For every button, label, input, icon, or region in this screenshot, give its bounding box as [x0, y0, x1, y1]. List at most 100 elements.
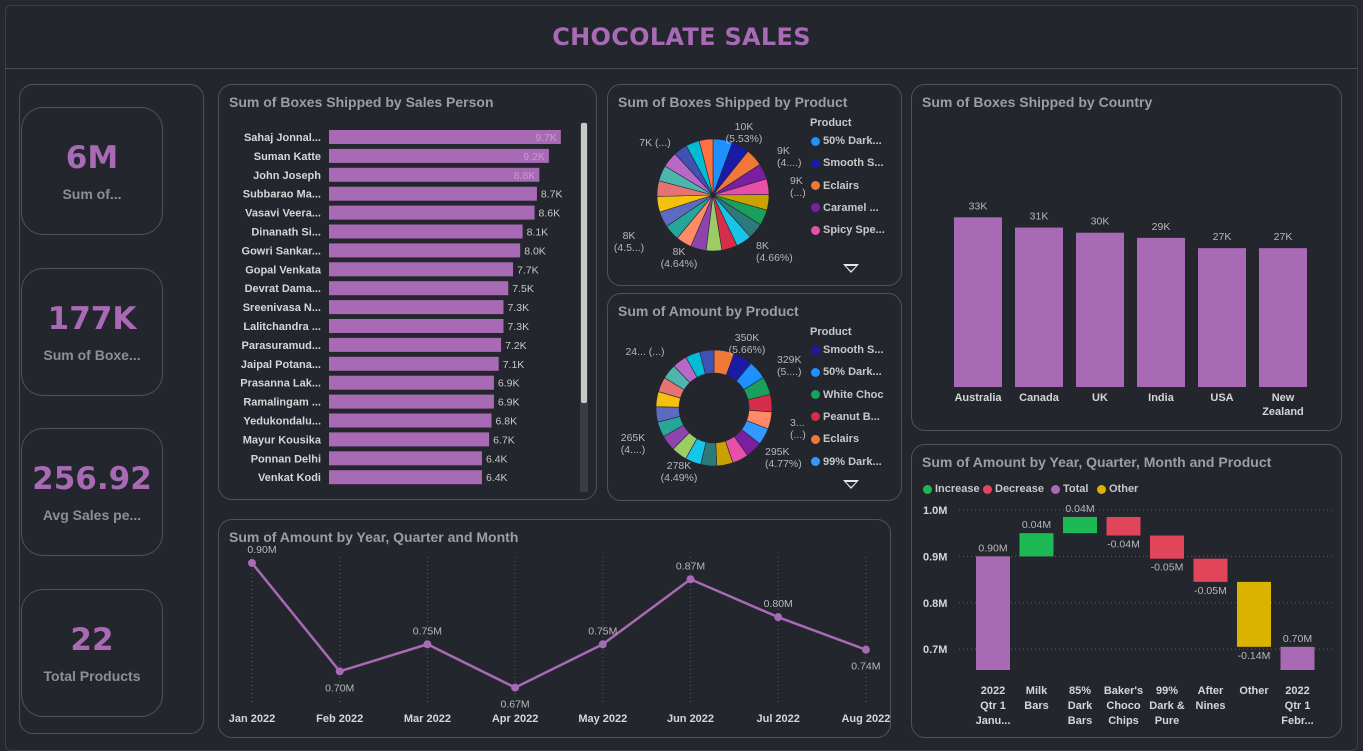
data-point — [686, 575, 695, 584]
data-label: 8.1K — [527, 227, 549, 239]
data-label: (...) — [790, 187, 806, 199]
legend-swatch — [811, 412, 820, 422]
data-label: 10K — [735, 121, 754, 133]
category-label: 99% — [1156, 685, 1178, 697]
data-label: 9.2K — [523, 151, 545, 163]
x-tick-label: Feb 2022 — [316, 713, 363, 725]
legend-item[interactable]: 99% Dark... — [811, 456, 882, 468]
data-label: 350K — [735, 332, 760, 344]
chevron-down-icon[interactable] — [843, 480, 859, 489]
data-label: 295K — [765, 446, 790, 458]
category-label: New — [1272, 392, 1295, 404]
data-label: 7.3K — [507, 302, 529, 314]
data-label: 0.87M — [676, 560, 705, 572]
legend-label: Smooth S... — [823, 344, 884, 356]
bar — [329, 451, 482, 466]
data-point — [598, 640, 607, 649]
bar — [329, 337, 502, 352]
country-bar-chart: 33K Australia 31K Canada 30K UK 29K India 27K USA… — [954, 200, 1307, 418]
legend-label: White Choc — [823, 388, 884, 401]
legend-item[interactable]: Smooth S... — [811, 157, 884, 169]
data-label: 24... (...) — [625, 346, 664, 358]
kpi-card-sum-boxes[interactable]: 177K Sum of Boxe... — [21, 268, 163, 396]
data-label: 0.90M — [978, 542, 1007, 554]
category-label: Janu... — [976, 715, 1011, 727]
legend-label: Caramel ... — [823, 201, 879, 214]
legend-swatch — [811, 345, 820, 355]
legend-label: Smooth S... — [823, 157, 884, 170]
category-label: Australia — [954, 392, 1002, 404]
bar — [329, 281, 509, 296]
scrollbar-thumb[interactable] — [581, 123, 587, 403]
legend-title: Product — [810, 326, 852, 338]
chevron-down-icon[interactable] — [843, 264, 859, 273]
kpi-value: 22 — [70, 622, 114, 658]
legend-label: 50% Dark... — [823, 366, 882, 379]
kpi-label: Sum of Boxe... — [43, 347, 141, 363]
category-label: Lalitchandra ... — [243, 321, 321, 333]
waterfall-bar — [1063, 516, 1097, 534]
data-point — [248, 559, 256, 567]
page-title: CHOCOLATE SALES — [552, 22, 811, 51]
category-label: Devrat Dama... — [245, 283, 321, 295]
category-label: Bars — [1068, 715, 1092, 727]
kpi-card-avg-sales[interactable]: 256.92 Avg Sales pe... — [21, 428, 163, 556]
data-label: (4.5...) — [614, 242, 644, 254]
legend-item[interactable]: Peanut B... — [811, 411, 880, 423]
data-label: 265K — [621, 432, 646, 444]
legend-swatch — [811, 367, 820, 377]
category-label: Parasuramud... — [242, 340, 321, 352]
data-label: 27K — [1274, 231, 1293, 243]
legend-item[interactable]: Spicy Spe... — [811, 224, 885, 236]
data-label: 0.75M — [413, 625, 442, 637]
legend-label: 99% Dark... — [823, 455, 882, 468]
series-line — [251, 562, 867, 689]
data-label: 9K — [790, 175, 803, 187]
data-label: 7.5K — [512, 283, 534, 295]
data-point — [774, 613, 783, 622]
data-label: 7K (...) — [639, 137, 671, 149]
data-label: 6.7K — [493, 434, 515, 446]
kpi-value: 177K — [47, 301, 137, 337]
bar — [329, 319, 504, 333]
x-tick-label: Jun 2022 — [667, 713, 714, 725]
data-label: 7.1K — [503, 359, 525, 371]
legend-item[interactable]: Eclairs — [811, 180, 859, 192]
category-label: 2022 — [1285, 685, 1309, 697]
x-tick-label: May 2022 — [578, 713, 627, 725]
bar — [954, 217, 1002, 387]
legend-swatch — [811, 457, 820, 466]
legend-item[interactable]: Caramel ... — [811, 202, 879, 214]
legend-item[interactable]: Eclairs — [811, 433, 859, 445]
data-label: 0.70M — [1283, 633, 1312, 645]
waterfall-bar — [1193, 558, 1228, 582]
kpi-value: 6M — [65, 140, 119, 176]
legend-label: 50% Dark... — [823, 135, 882, 147]
data-label: 9.7K — [535, 132, 557, 144]
category-label: Nines — [1196, 700, 1226, 712]
category-label: USA — [1210, 392, 1233, 404]
dashboard-header: CHOCOLATE SALES — [5, 5, 1358, 69]
category-label: Sreenivasa N... — [243, 302, 321, 314]
category-label: Pure — [1155, 715, 1179, 727]
x-tick-label: Mar 2022 — [404, 713, 451, 725]
data-label: 0.74M — [851, 661, 880, 673]
kpi-card-total-products[interactable]: 22 Total Products — [21, 589, 163, 717]
category-label: Dark — [1068, 700, 1093, 712]
kpi-card-sum-amount[interactable]: 6M Sum of... — [21, 107, 163, 235]
category-label: 2022 — [981, 685, 1005, 697]
data-point — [423, 640, 432, 649]
category-label: After — [1198, 685, 1224, 697]
legend-label: Spicy Spe... — [823, 224, 885, 237]
legend-item[interactable]: White Choc — [811, 389, 884, 401]
legend-item[interactable]: 50% Dark... — [811, 366, 882, 378]
data-label: 8K — [623, 230, 636, 242]
waterfall-bar — [976, 556, 1010, 670]
data-label: 31K — [1030, 211, 1049, 223]
legend-item[interactable]: 50% Dark... — [811, 135, 882, 147]
waterfall-bar — [1237, 581, 1271, 647]
data-label: 33K — [969, 200, 988, 212]
legend-item[interactable]: Smooth S... — [811, 344, 884, 356]
legend-label: Eclairs — [823, 433, 860, 446]
data-label: 0.67M — [501, 699, 530, 711]
